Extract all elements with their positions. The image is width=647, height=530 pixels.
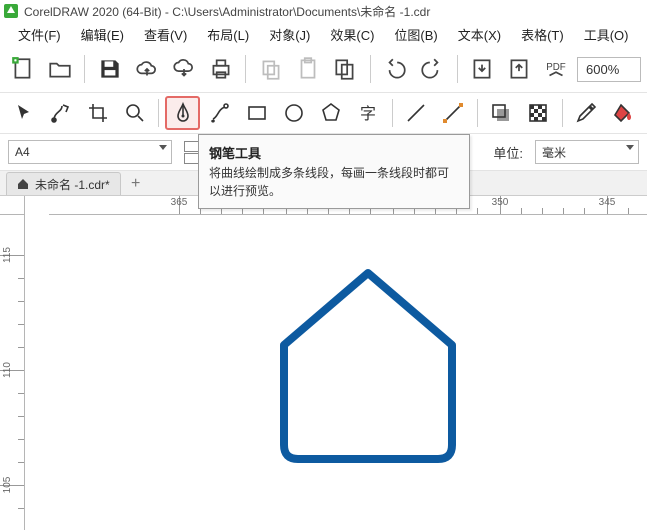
menu-table[interactable]: 表格(T) [511,23,574,46]
eyedropper-tool[interactable] [569,96,604,130]
menu-effect[interactable]: 效果(C) [320,23,384,46]
vertical-ruler[interactable]: 115110105 [0,215,25,530]
dropdown-icon [159,145,167,150]
separator [84,55,85,83]
transparency-tool[interactable] [521,96,556,130]
menu-bar: 文件(F) 编辑(E) 查看(V) 布局(L) 对象(J) 效果(C) 位图(B… [0,22,647,47]
tool-toolbar: 字 [0,92,647,134]
unit-value: 毫米 [542,144,566,161]
tab-label: 未命名 -1.cdr* [35,176,110,193]
standard-toolbar: PDF 600% [0,47,647,92]
unit-combo[interactable]: 毫米 [535,140,639,164]
add-tab-button[interactable]: + [125,173,147,195]
house-shape[interactable] [270,267,466,467]
work-area: 115110105 [0,215,647,530]
pdf-button[interactable]: PDF [540,52,573,86]
menu-bitmap[interactable]: 位图(B) [384,23,447,46]
print-button[interactable] [204,52,237,86]
zoom-tool[interactable] [117,96,152,130]
pick-tool[interactable] [6,96,41,130]
crop-tool[interactable] [80,96,115,130]
tooltip-title: 钢笔工具 [209,143,459,162]
zoom-level[interactable]: 600% [577,57,641,82]
separator [158,99,159,127]
shape-tool[interactable] [43,96,78,130]
window-title: CorelDRAW 2020 (64-Bit) - C:\Users\Admin… [24,3,430,20]
page-size-value: A4 [15,145,30,159]
home-icon [17,178,29,190]
app-icon [4,4,18,18]
paste-button[interactable] [291,52,324,86]
menu-file[interactable]: 文件(F) [8,23,71,46]
duplicate-button[interactable] [329,52,362,86]
separator [477,99,478,127]
menu-tools[interactable]: 工具(O) [574,23,639,46]
redo-button[interactable] [416,52,449,86]
svg-text:字: 字 [360,105,376,123]
open-button[interactable] [43,52,76,86]
import-button[interactable] [466,52,499,86]
polygon-tool[interactable] [314,96,349,130]
text-tool[interactable]: 字 [351,96,386,130]
dropshadow-tool[interactable] [484,96,519,130]
tooltip-body: 将曲线绘制成多条线段，每画一条线段时都可以进行预览。 [209,164,459,200]
menu-object[interactable]: 对象(J) [259,23,320,46]
menu-text[interactable]: 文本(X) [448,23,511,46]
unit-label: 单位: [493,143,523,162]
ellipse-tool[interactable] [277,96,312,130]
ruler-corner [0,196,25,215]
separator [562,99,563,127]
new-button[interactable] [6,52,39,86]
canvas[interactable] [25,215,647,530]
menu-view[interactable]: 查看(V) [134,23,197,46]
menu-layout[interactable]: 布局(L) [197,23,259,46]
title-bar: CorelDRAW 2020 (64-Bit) - C:\Users\Admin… [0,0,647,22]
dropdown-icon [626,145,634,150]
separator [457,55,458,83]
pen-tool-tooltip: 钢笔工具 将曲线绘制成多条线段，每画一条线段时都可以进行预览。 [198,134,470,209]
rectangle-tool[interactable] [239,96,274,130]
separator [370,55,371,83]
menu-edit[interactable]: 编辑(E) [71,23,134,46]
separator [392,99,393,127]
page-size-combo[interactable]: A4 [8,140,172,164]
artistic-media-tool[interactable] [202,96,237,130]
fill-tool[interactable] [606,96,641,130]
connector-tool[interactable] [436,96,471,130]
save-button[interactable] [93,52,126,86]
cloud-open-button[interactable] [130,52,163,86]
document-tab[interactable]: 未命名 -1.cdr* [6,172,121,195]
pen-tool[interactable] [165,96,200,130]
export-button[interactable] [503,52,536,86]
separator [245,55,246,83]
copy-button[interactable] [254,52,287,86]
cloud-save-button[interactable] [167,52,200,86]
undo-button[interactable] [379,52,412,86]
line-tool[interactable] [399,96,434,130]
